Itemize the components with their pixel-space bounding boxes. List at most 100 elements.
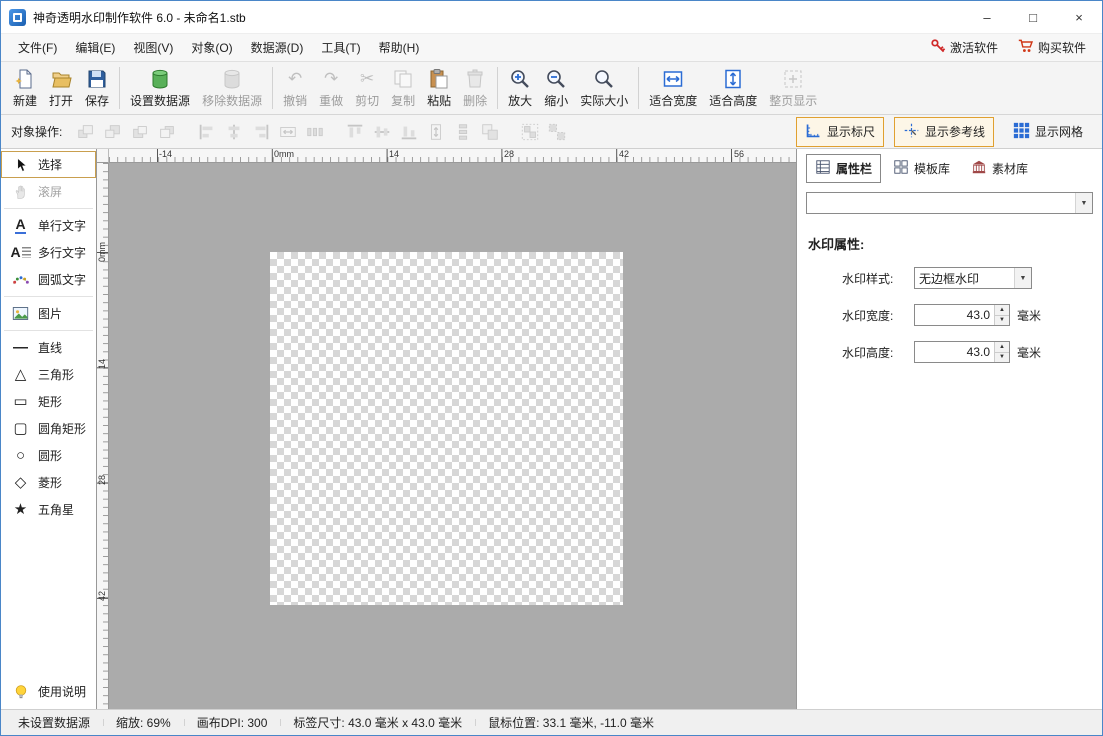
bring-forward-icon[interactable] [128, 120, 152, 144]
tool-select[interactable]: 选择 [1, 151, 96, 178]
tool-image[interactable]: 图片 [1, 300, 96, 327]
remove-datasource-button[interactable]: 移除数据源 [196, 64, 268, 112]
menu-datasource[interactable]: 数据源(D) [242, 34, 313, 61]
menu-object[interactable]: 对象(O) [182, 34, 241, 61]
chevron-down-icon[interactable]: ▼ [1014, 268, 1031, 288]
menu-edit[interactable]: 编辑(E) [66, 34, 124, 61]
help-button[interactable]: 使用说明 [1, 678, 96, 705]
tool-arc-text[interactable]: 圆弧文字 [1, 266, 96, 293]
paste-button[interactable]: 粘贴 [421, 64, 457, 112]
spin-down-icon[interactable]: ▼ [995, 353, 1009, 363]
align-right-icon[interactable] [249, 120, 273, 144]
tool-diamond[interactable]: ◇ 菱形 [1, 469, 96, 496]
watermark-height-value[interactable]: 43.0 [915, 342, 994, 362]
buy-software-button[interactable]: 购买软件 [1010, 35, 1094, 60]
horizontal-ruler[interactable]: -14 0mm 14 28 42 56 [109, 149, 796, 163]
chevron-down-icon[interactable]: ▼ [1075, 193, 1092, 213]
minimize-button[interactable]: – [964, 1, 1010, 33]
vertical-ruler[interactable]: 0mm 14 28 42 [97, 163, 109, 709]
canvas-viewport[interactable]: -14 0mm 14 28 42 56 0mm 14 28 42 [97, 149, 796, 709]
tool-circle[interactable]: ○ 圆形 [1, 442, 96, 469]
show-guides-toggle[interactable]: 显示参考线 [894, 117, 994, 147]
fit-height-icon [722, 68, 744, 90]
zoom-in-button[interactable]: 放大 [502, 64, 538, 112]
tab-templates[interactable]: 模板库 [884, 154, 959, 183]
watermark-style-combobox[interactable]: 无边框水印 ▼ [914, 267, 1032, 289]
maximize-button[interactable]: □ [1010, 1, 1056, 33]
cut-button[interactable]: ✂ 剪切 [349, 64, 385, 112]
actual-size-button[interactable]: 实际大小 [574, 64, 634, 112]
distribute-horizontal-icon[interactable] [303, 120, 327, 144]
whole-page-button[interactable]: 整页显示 [763, 64, 823, 112]
save-button[interactable]: 保存 [79, 64, 115, 112]
spin-up-icon[interactable]: ▲ [995, 342, 1009, 353]
copy-button[interactable]: 复制 [385, 64, 421, 112]
watermark-width-spinner[interactable]: 43.0 ▲ ▼ [914, 304, 1010, 326]
send-to-back-icon[interactable] [101, 120, 125, 144]
new-button[interactable]: 新建 [7, 64, 43, 112]
tool-pan[interactable]: 滚屏 [1, 178, 96, 205]
spin-down-icon[interactable]: ▼ [995, 316, 1009, 326]
activate-software-button[interactable]: 激活软件 [922, 35, 1006, 60]
distribute-vertical-icon[interactable] [451, 120, 475, 144]
toolbar-separator [119, 67, 120, 109]
tool-triangle[interactable]: △ 三角形 [1, 361, 96, 388]
tool-star[interactable]: ★ 五角星 [1, 496, 96, 523]
watermark-height-spinner[interactable]: 43.0 ▲ ▼ [914, 341, 1010, 363]
tool-separator [4, 208, 93, 209]
menu-file[interactable]: 文件(F) [9, 34, 66, 61]
align-top-icon[interactable] [343, 120, 367, 144]
delete-button[interactable]: 删除 [457, 64, 493, 112]
watermark-width-label: 水印宽度: [842, 307, 910, 324]
watermark-width-row: 水印宽度: 43.0 ▲ ▼ 毫米 [806, 304, 1093, 326]
main-toolbar: 新建 打开 保存 设置数据源 移除数据源 ↶ 撤销 ↷ 重做 ✂ 剪切 复制 粘… [1, 61, 1102, 115]
bring-to-front-icon[interactable] [74, 120, 98, 144]
tab-properties[interactable]: 属性栏 [806, 154, 881, 183]
tool-line[interactable]: — 直线 [1, 334, 96, 361]
align-left-icon[interactable] [195, 120, 219, 144]
rounded-rectangle-icon: ▢ [9, 421, 32, 436]
tab-templates-label: 模板库 [914, 160, 950, 177]
open-button[interactable]: 打开 [43, 64, 79, 112]
close-button[interactable]: × [1056, 1, 1102, 33]
same-width-icon[interactable] [276, 120, 300, 144]
undo-button[interactable]: ↶ 撤销 [277, 64, 313, 112]
watermark-artboard[interactable] [270, 252, 623, 605]
redo-label: 重做 [319, 92, 343, 109]
fit-width-icon [662, 68, 684, 90]
tool-rect-label: 矩形 [38, 393, 62, 410]
tool-line-label: 直线 [38, 339, 62, 356]
redo-button[interactable]: ↷ 重做 [313, 64, 349, 112]
fit-height-button[interactable]: 适合高度 [703, 64, 763, 112]
ungroup-icon[interactable] [545, 120, 569, 144]
show-ruler-toggle[interactable]: 显示标尺 [796, 117, 884, 147]
v-ruler-label: 14 [97, 359, 109, 369]
same-height-icon[interactable] [424, 120, 448, 144]
align-middle-icon[interactable] [370, 120, 394, 144]
zoom-out-button[interactable]: 缩小 [538, 64, 574, 112]
show-grid-toggle[interactable]: 显示网格 [1004, 117, 1092, 147]
tool-rounded-rect[interactable]: ▢ 圆角矩形 [1, 415, 96, 442]
menu-tools[interactable]: 工具(T) [312, 34, 369, 61]
tab-materials[interactable]: 素材库 [962, 154, 1037, 183]
object-operation-bar: 对象操作: 显示标尺 显示参考线 显示网格 [1, 115, 1102, 149]
group-icon[interactable] [518, 120, 542, 144]
titlebar[interactable]: 神奇透明水印制作软件 6.0 - 未命名1.stb – □ × [1, 1, 1102, 33]
send-backward-icon[interactable] [155, 120, 179, 144]
v-ruler-label: 0mm [97, 242, 109, 262]
menu-help[interactable]: 帮助(H) [370, 34, 429, 61]
menu-view[interactable]: 视图(V) [124, 34, 182, 61]
tool-rect[interactable]: ▭ 矩形 [1, 388, 96, 415]
object-selector-combobox[interactable]: ▼ [806, 192, 1093, 214]
fit-width-button[interactable]: 适合宽度 [643, 64, 703, 112]
same-size-icon[interactable] [478, 120, 502, 144]
watermark-width-value[interactable]: 43.0 [915, 305, 994, 325]
spin-up-icon[interactable]: ▲ [995, 305, 1009, 316]
delete-label: 删除 [463, 92, 487, 109]
tool-single-line-text[interactable]: A 单行文字 [1, 212, 96, 239]
align-center-horizontal-icon[interactable] [222, 120, 246, 144]
tool-multi-line-text[interactable]: A 多行文字 [1, 239, 96, 266]
align-bottom-icon[interactable] [397, 120, 421, 144]
set-datasource-button[interactable]: 设置数据源 [124, 64, 196, 112]
scissors-icon: ✂ [360, 68, 374, 90]
